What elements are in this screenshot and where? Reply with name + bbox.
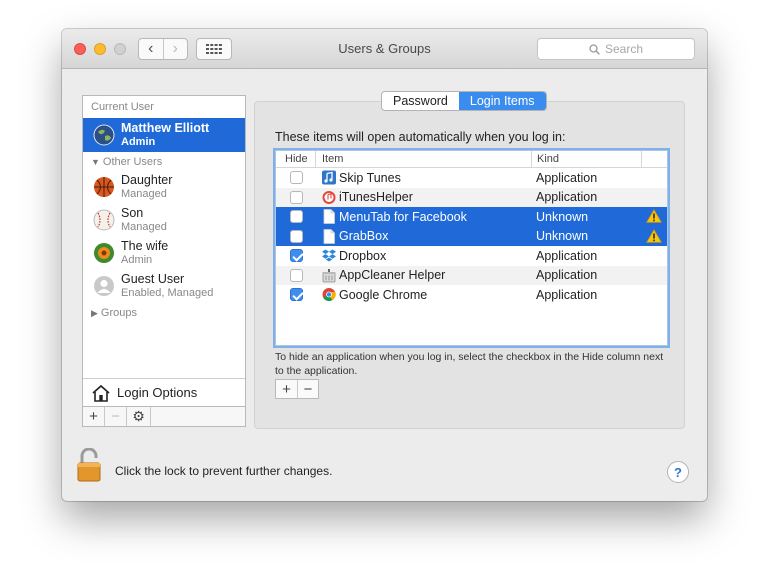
earth-avatar-icon	[93, 124, 115, 146]
document-icon	[323, 209, 335, 224]
other-users-header[interactable]: ▼ Other Users	[91, 156, 162, 168]
table-row[interactable]: iTunesHelper Application	[276, 187, 667, 207]
item-kind: Application	[536, 268, 598, 282]
user-role: Admin	[121, 136, 156, 148]
help-button[interactable]: ?	[667, 461, 689, 483]
column-kind[interactable]: Kind	[537, 153, 559, 165]
user-row-matthew-elliott[interactable]: Matthew Elliott Admin	[83, 118, 245, 152]
item-kind: Application	[536, 170, 598, 185]
flower-avatar-icon	[94, 243, 114, 263]
user-name: The wife	[121, 239, 169, 253]
table-row[interactable]: GrabBox Unknown	[276, 226, 667, 246]
title-bar: ‹ › Users & Groups Search	[62, 29, 707, 69]
chrome-icon	[322, 288, 336, 301]
user-role: Enabled, Managed	[121, 287, 214, 299]
sidebar-toolbar: + − ⚙	[83, 406, 245, 426]
item-kind: Application	[536, 190, 598, 204]
lock-icon[interactable]	[76, 448, 102, 482]
table-row[interactable]: MenuTab for Facebook Unknown	[276, 207, 667, 227]
item-kind: Application	[536, 287, 598, 302]
item-kind: Application	[536, 248, 598, 263]
hide-checkbox[interactable]	[290, 210, 303, 223]
tab-password[interactable]: Password	[382, 92, 459, 110]
lock-message: Click the lock to prevent further change…	[115, 464, 333, 478]
login-items-intro: These items will open automatically when…	[275, 130, 566, 144]
remove-user-button[interactable]: −	[105, 407, 127, 426]
item-name: GrabBox	[339, 229, 389, 243]
user-role: Managed	[121, 188, 167, 200]
table-row[interactable]: Dropbox Application	[276, 246, 667, 266]
item-name: Google Chrome	[339, 287, 428, 302]
user-name: Son	[121, 206, 144, 220]
house-icon	[92, 384, 110, 402]
item-kind: Unknown	[536, 229, 589, 243]
dropbox-icon	[322, 249, 336, 262]
add-user-button[interactable]: +	[83, 407, 105, 426]
user-row-daughter[interactable]: Daughter Managed	[83, 170, 245, 204]
warning-icon	[646, 209, 662, 223]
item-name: iTunesHelper	[339, 190, 413, 204]
user-row-son[interactable]: Son Managed	[83, 203, 245, 237]
user-row-the-wife[interactable]: The wife Admin	[83, 236, 245, 270]
itunes-helper-icon	[322, 190, 336, 204]
add-item-button[interactable]: +	[276, 380, 297, 398]
item-name: Dropbox	[339, 248, 387, 263]
column-item[interactable]: Item	[322, 153, 343, 165]
groups-label: Groups	[100, 307, 137, 319]
login-options-label: Login Options	[117, 385, 198, 400]
item-name: Skip Tunes	[339, 170, 401, 185]
login-options-item[interactable]: Login Options	[83, 378, 245, 406]
table-row[interactable]: AppCleaner Helper Application	[276, 265, 667, 285]
hide-checkbox[interactable]	[290, 229, 303, 243]
hide-checkbox[interactable]	[290, 268, 303, 282]
disclosure-right-icon: ▶	[91, 308, 98, 318]
item-name: AppCleaner Helper	[339, 268, 446, 282]
user-role: Admin	[121, 254, 153, 266]
user-name: Matthew Elliott	[121, 121, 210, 135]
hide-checkbox[interactable]	[290, 190, 303, 204]
hide-checkbox-checked[interactable]	[290, 288, 303, 301]
item-kind: Unknown	[536, 209, 589, 224]
current-user-header: Current User	[91, 101, 154, 113]
table-row[interactable]: Skip Tunes Application	[276, 168, 667, 188]
remove-item-button[interactable]: −	[297, 380, 318, 398]
basketball-avatar-icon	[94, 177, 114, 197]
appcleaner-icon	[322, 268, 336, 282]
hide-hint-text: To hide an application when you log in, …	[275, 351, 664, 377]
gear-icon[interactable]: ⚙	[127, 407, 151, 426]
hide-checkbox-checked[interactable]	[290, 249, 303, 262]
search-icon	[589, 43, 600, 55]
column-hide[interactable]: Hide	[285, 153, 308, 165]
users-sidebar: Current User Matthew Elliott Admin ▼ Othe…	[82, 95, 246, 427]
table-row[interactable]: Google Chrome Application	[276, 285, 667, 305]
user-role: Managed	[121, 221, 167, 233]
tab-login-items[interactable]: Login Items	[458, 92, 546, 110]
person-avatar-icon	[94, 276, 114, 296]
disclosure-down-icon: ▼	[91, 157, 100, 167]
search-placeholder: Search	[604, 42, 644, 56]
items-add-remove: + −	[275, 379, 319, 399]
item-name: MenuTab for Facebook	[339, 209, 467, 224]
login-items-table[interactable]: Hide Item Kind Skip Tunes Application iT…	[275, 150, 668, 346]
hide-checkbox[interactable]	[290, 171, 303, 184]
user-row-guest-user[interactable]: Guest User Enabled, Managed	[83, 269, 245, 303]
baseball-avatar-icon	[93, 209, 115, 231]
other-users-label: Other Users	[102, 156, 163, 168]
skip-tunes-icon	[322, 170, 336, 185]
warning-icon	[646, 228, 662, 243]
tab-segmented-control: Password Login Items	[381, 91, 547, 111]
search-field[interactable]: Search	[537, 38, 695, 60]
table-header: Hide Item Kind	[276, 151, 667, 168]
document-icon	[323, 228, 335, 244]
user-name: Guest User	[121, 272, 185, 286]
user-name: Daughter	[121, 173, 173, 187]
groups-header[interactable]: ▶ Groups	[91, 307, 137, 319]
